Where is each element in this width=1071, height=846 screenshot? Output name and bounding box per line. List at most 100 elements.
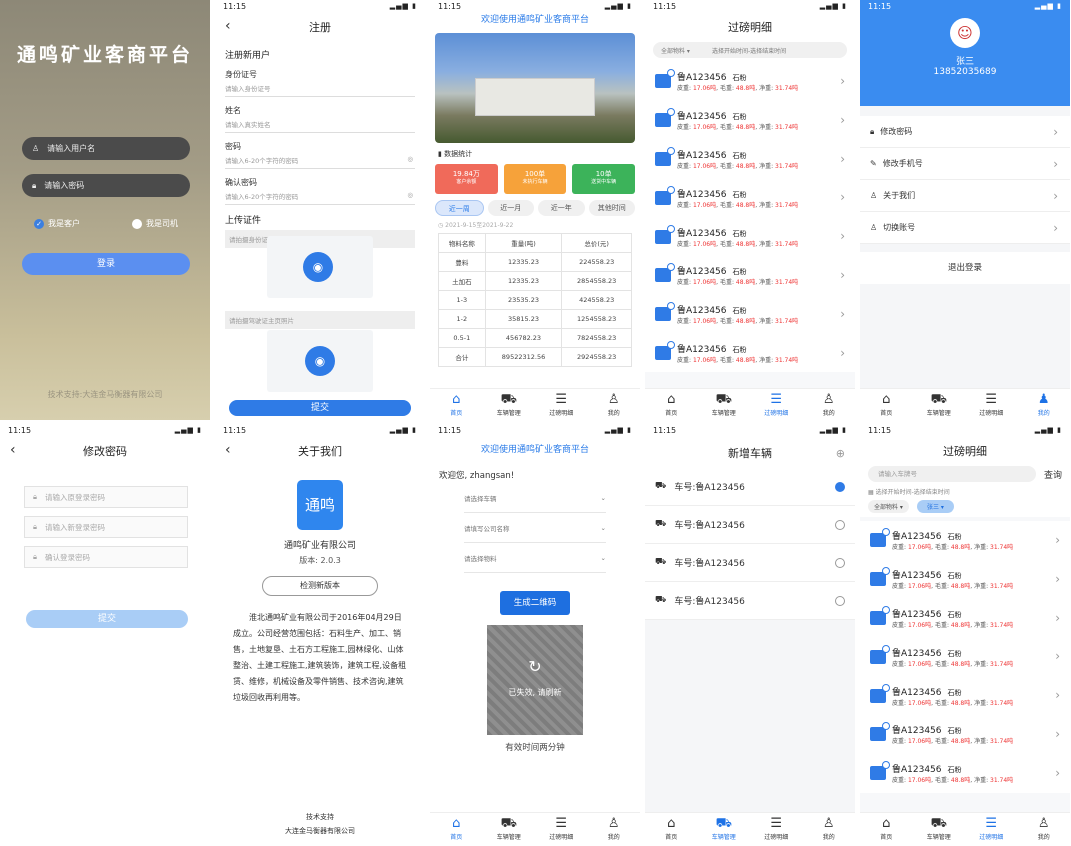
- tab-home[interactable]: ⌂ 首页: [430, 389, 483, 420]
- avatar[interactable]: ☺: [950, 18, 980, 48]
- banner-image[interactable]: [435, 33, 635, 143]
- list-item[interactable]: 鲁A123456 石粉 皮重: 17.06吨, 毛重: 48.8吨, 净重: 31.…: [645, 178, 855, 217]
- list-item[interactable]: 鲁A123456 石粉 皮重: 17.06吨, 毛重: 48.8吨, 净重: 31.…: [860, 754, 1070, 793]
- tab-mine[interactable]: ♙ 我的: [803, 389, 856, 420]
- radio-empty-icon[interactable]: [835, 519, 845, 530]
- tab-vehicles[interactable]: ⛟ 车辆管理: [698, 813, 751, 844]
- radio-driver[interactable]: 我是司机: [132, 218, 178, 229]
- logout-button[interactable]: 退出登录: [860, 252, 1070, 284]
- new-password-input[interactable]: 🔒︎ 请输入新登录密码: [24, 516, 188, 538]
- search-button[interactable]: 查询: [1044, 468, 1062, 481]
- check-update-button[interactable]: 检测新版本: [262, 576, 378, 596]
- tab-mine[interactable]: ♟ 我的: [1018, 389, 1071, 420]
- tab-year[interactable]: 近一年: [538, 200, 585, 216]
- tab-week[interactable]: 近一周: [435, 200, 484, 216]
- tab-records[interactable]: ☰ 过磅明细: [965, 389, 1018, 420]
- username-input[interactable]: ♙ 请输入用户名: [22, 137, 190, 160]
- menu-change-phone[interactable]: ✎ 修改手机号 ›: [860, 148, 1070, 180]
- list-item[interactable]: 鲁A123456 石粉 皮重: 17.06吨, 毛重: 48.8吨, 净重: 31.…: [860, 637, 1070, 676]
- tab-mine[interactable]: ♙ 我的: [1018, 813, 1071, 844]
- tab-records[interactable]: ☰ 过磅明细: [535, 389, 588, 420]
- radio-checked-icon[interactable]: [835, 481, 845, 492]
- qr-code[interactable]: ↻ 已失效, 请刷新: [487, 625, 583, 735]
- tab-records[interactable]: ☰ 过磅明细: [535, 813, 588, 844]
- menu-switch-account[interactable]: ♙ 切换账号 ›: [860, 212, 1070, 244]
- stat-card-pending[interactable]: 100单 未执行车辆: [503, 164, 567, 194]
- tab-vehicles[interactable]: ⛟ 车辆管理: [698, 389, 751, 420]
- back-icon[interactable]: ‹: [225, 18, 231, 34]
- tab-vehicles[interactable]: ⛟ 车辆管理: [913, 389, 966, 420]
- generate-qr-button[interactable]: 生成二维码: [500, 591, 570, 615]
- camera-icon[interactable]: ◉: [305, 346, 335, 376]
- submit-button[interactable]: 提交: [229, 400, 411, 416]
- radio-empty-icon[interactable]: [835, 557, 845, 568]
- material-filter[interactable]: 全部物料 ▾: [661, 46, 690, 55]
- id-input[interactable]: 请输入身份证号: [225, 80, 415, 97]
- list-item[interactable]: 鲁A123456 石粉 皮重: 17.06吨, 毛重: 48.8吨, 净重: 31.…: [645, 101, 855, 140]
- list-item[interactable]: ⛟ 车号:鲁A123456: [645, 544, 855, 582]
- tab-home[interactable]: ⌂ 首页: [430, 813, 483, 844]
- tab-home[interactable]: ⌂ 首页: [645, 389, 698, 420]
- tab-home[interactable]: ⌂ 首页: [860, 813, 913, 844]
- menu-change-password[interactable]: 🔒︎ 修改密码 ›: [860, 116, 1070, 148]
- menu-about[interactable]: ♙ 关于我们 ›: [860, 180, 1070, 212]
- tab-other[interactable]: 其他时间: [588, 200, 635, 216]
- tab-records[interactable]: ☰ 过磅明细: [750, 813, 803, 844]
- confirm-password-input[interactable]: 🔒︎ 确认登录密码: [24, 546, 188, 568]
- eye-icon[interactable]: ◎: [407, 155, 413, 163]
- list-item[interactable]: 鲁A123456 石粉 皮重: 17.06吨, 毛重: 48.8吨, 净重: 31.…: [860, 676, 1070, 715]
- time-filter[interactable]: 选择开始时间-选择结束时间: [712, 46, 786, 55]
- tab-month[interactable]: 近一月: [487, 200, 534, 216]
- tab-mine[interactable]: ♙ 我的: [588, 389, 641, 420]
- tab-home[interactable]: ⌂ 首页: [860, 389, 913, 420]
- time-filter[interactable]: ▦ 选择开始时间-选择结束时间: [868, 487, 1062, 496]
- tab-vehicles[interactable]: ⛟ 车辆管理: [483, 389, 536, 420]
- list-item[interactable]: 鲁A123456 石粉 皮重: 17.06吨, 毛重: 48.8吨, 净重: 31.…: [645, 62, 855, 101]
- list-item[interactable]: 鲁A123456 石粉 皮重: 17.06吨, 毛重: 48.8吨, 净重: 31.…: [860, 599, 1070, 638]
- search-input[interactable]: 请输入车牌号: [868, 466, 1036, 482]
- vehicle-select[interactable]: 请选择车辆 ⌄: [464, 483, 606, 513]
- list-item[interactable]: 鲁A123456 石粉 皮重: 17.06吨, 毛重: 48.8吨, 净重: 31.…: [860, 521, 1070, 560]
- id-photo-upload[interactable]: ◉: [267, 236, 373, 298]
- password-input[interactable]: 请输入6-20个字符的密码 ◎: [225, 152, 415, 169]
- add-icon[interactable]: ⊕: [836, 447, 845, 460]
- login-button[interactable]: 登录: [22, 253, 190, 275]
- submit-button[interactable]: 提交: [26, 610, 188, 628]
- eye-icon[interactable]: ◎: [407, 191, 413, 199]
- material-select[interactable]: 请选择物料 ⌄: [464, 543, 606, 573]
- company-select[interactable]: 请填写公司名称 ⌄: [464, 513, 606, 543]
- stat-card-delivering[interactable]: 10单 送货中车辆: [572, 164, 636, 194]
- name-input[interactable]: 请输入真实姓名: [225, 116, 415, 133]
- tab-mine[interactable]: ♙ 我的: [803, 813, 856, 844]
- list-item[interactable]: 鲁A123456 石粉 皮重: 17.06吨, 毛重: 48.8吨, 净重: 31.…: [645, 334, 855, 373]
- radio-empty-icon[interactable]: [835, 595, 845, 606]
- tab-vehicles[interactable]: ⛟ 车辆管理: [483, 813, 536, 844]
- password-input[interactable]: 🔒︎ 请输入密码: [22, 174, 190, 197]
- tab-records[interactable]: ☰ 过磅明细: [750, 389, 803, 420]
- back-icon[interactable]: ‹: [10, 442, 16, 458]
- material-filter[interactable]: 全部物料 ▾: [868, 500, 909, 513]
- list-item[interactable]: 鲁A123456 石粉 皮重: 17.06吨, 毛重: 48.8吨, 净重: 31.…: [860, 715, 1070, 754]
- camera-icon[interactable]: ◉: [303, 252, 333, 282]
- list-item[interactable]: 鲁A123456 石粉 皮重: 17.06吨, 毛重: 48.8吨, 净重: 31.…: [645, 256, 855, 295]
- confirm-password-input[interactable]: 请输入6-20个字符的密码 ◎: [225, 188, 415, 205]
- tab-mine[interactable]: ♙ 我的: [588, 813, 641, 844]
- list-item[interactable]: ⛟ 车号:鲁A123456: [645, 468, 855, 506]
- tab-vehicles[interactable]: ⛟ 车辆管理: [913, 813, 966, 844]
- tab-records[interactable]: ☰ 过磅明细: [965, 813, 1018, 844]
- filter-bar[interactable]: 全部物料 ▾ 选择开始时间-选择结束时间: [653, 42, 847, 58]
- back-icon[interactable]: ‹: [225, 442, 231, 458]
- list-item[interactable]: ⛟ 车号:鲁A123456: [645, 582, 855, 620]
- list-item[interactable]: 鲁A123456 石粉 皮重: 17.06吨, 毛重: 48.8吨, 净重: 31.…: [645, 295, 855, 334]
- driver-chip[interactable]: 张三 ▾: [916, 500, 954, 513]
- tab-home[interactable]: ⌂ 首页: [645, 813, 698, 844]
- refresh-icon[interactable]: ↻: [487, 657, 583, 676]
- stat-card-balance[interactable]: 19.84万 客户余额: [435, 164, 498, 194]
- radio-customer[interactable]: ✓ 我是客户: [34, 218, 80, 229]
- list-item[interactable]: 鲁A123456 石粉 皮重: 17.06吨, 毛重: 48.8吨, 净重: 31.…: [860, 560, 1070, 599]
- list-item[interactable]: ⛟ 车号:鲁A123456: [645, 506, 855, 544]
- old-password-input[interactable]: 🔒︎ 请输入原登录密码: [24, 486, 188, 508]
- list-item[interactable]: 鲁A123456 石粉 皮重: 17.06吨, 毛重: 48.8吨, 净重: 31.…: [645, 140, 855, 179]
- license-photo-upload[interactable]: ◉: [267, 330, 373, 392]
- list-item[interactable]: 鲁A123456 石粉 皮重: 17.06吨, 毛重: 48.8吨, 净重: 31.…: [645, 217, 855, 256]
